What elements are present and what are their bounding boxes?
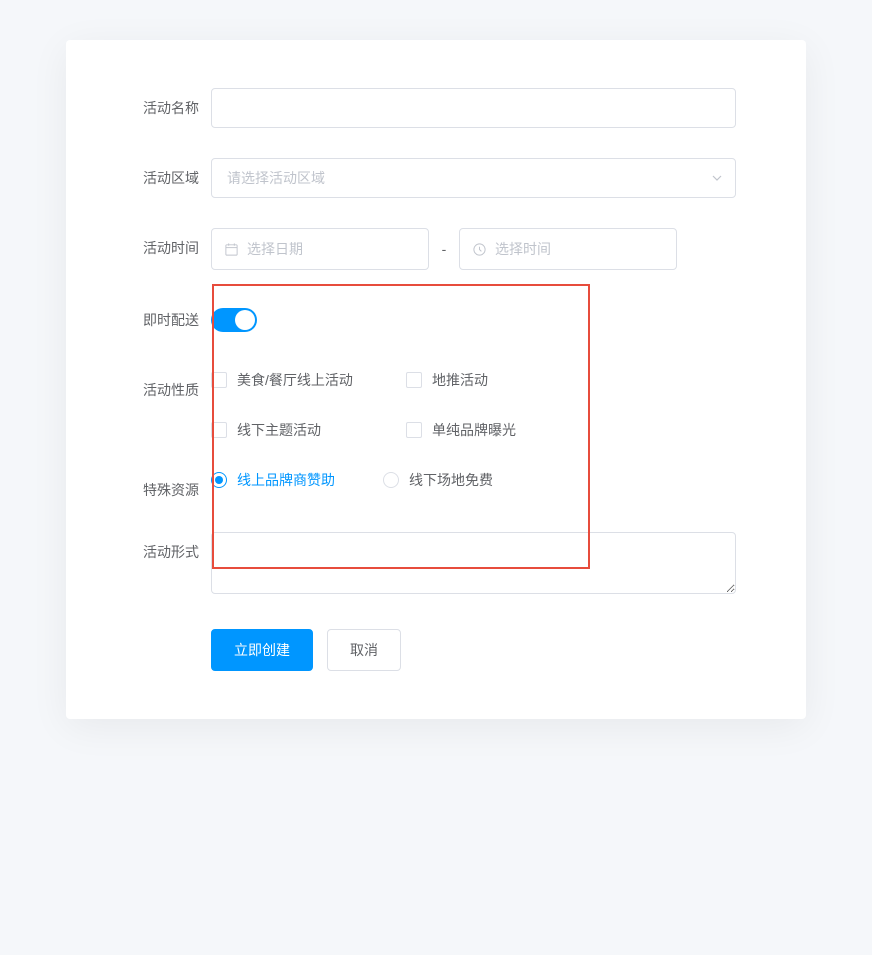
time-picker[interactable]: 选择时间	[459, 228, 677, 270]
name-input[interactable]	[211, 88, 736, 128]
label-region: 活动区域	[116, 158, 211, 198]
checkbox-label: 美食/餐厅线上活动	[237, 370, 353, 390]
checkbox-box-icon	[406, 422, 422, 438]
label-delivery: 即时配送	[116, 300, 211, 340]
clock-icon	[472, 242, 487, 257]
row-name: 活动名称	[116, 88, 736, 128]
calendar-icon	[224, 242, 239, 257]
time-placeholder: 选择时间	[495, 239, 551, 259]
radio-resource-1[interactable]: 线下场地免费	[383, 470, 493, 490]
checkbox-nature-0[interactable]: 美食/餐厅线上活动	[211, 370, 406, 390]
highlighted-region: 活动时间 选择日期 -	[116, 228, 736, 510]
label-nature: 活动性质	[116, 370, 211, 410]
form-textarea[interactable]	[211, 532, 736, 594]
row-delivery: 即时配送	[116, 300, 736, 340]
radio-circle-icon	[383, 472, 399, 488]
checkbox-box-icon	[406, 372, 422, 388]
checkbox-nature-1[interactable]: 地推活动	[406, 370, 736, 390]
date-placeholder: 选择日期	[247, 239, 303, 259]
checkbox-label: 线下主题活动	[237, 420, 321, 440]
delivery-switch[interactable]	[211, 308, 257, 332]
form-card: 活动名称 活动区域 请选择活动区域 活动时间	[66, 40, 806, 719]
label-name: 活动名称	[116, 88, 211, 128]
radio-label: 线下场地免费	[409, 470, 493, 490]
checkbox-box-icon	[211, 372, 227, 388]
radio-label: 线上品牌商赞助	[237, 470, 335, 490]
checkbox-nature-3[interactable]: 单纯品牌曝光	[406, 420, 736, 440]
chevron-down-icon	[711, 172, 723, 184]
checkbox-box-icon	[211, 422, 227, 438]
cancel-button[interactable]: 取消	[327, 629, 401, 671]
row-region: 活动区域 请选择活动区域	[116, 158, 736, 198]
label-time: 活动时间	[116, 228, 211, 268]
label-resource: 特殊资源	[116, 470, 211, 510]
label-form: 活动形式	[116, 532, 211, 572]
submit-button[interactable]: 立即创建	[211, 629, 313, 671]
switch-knob	[235, 310, 255, 330]
checkbox-label: 单纯品牌曝光	[432, 420, 516, 440]
datetime-separator: -	[429, 241, 459, 257]
row-nature: 活动性质 美食/餐厅线上活动 地推活动 线下主题活动	[116, 370, 736, 440]
checkbox-label: 地推活动	[432, 370, 488, 390]
radio-resource-0[interactable]: 线上品牌商赞助	[211, 470, 335, 490]
row-resource: 特殊资源 线上品牌商赞助 线下场地免费	[116, 470, 736, 510]
region-placeholder: 请选择活动区域	[227, 168, 325, 188]
region-select[interactable]: 请选择活动区域	[211, 158, 736, 198]
row-buttons: 立即创建 取消	[116, 629, 736, 671]
row-time: 活动时间 选择日期 -	[116, 228, 736, 270]
radio-circle-icon	[211, 472, 227, 488]
date-picker[interactable]: 选择日期	[211, 228, 429, 270]
row-form: 活动形式	[116, 532, 736, 599]
checkbox-nature-2[interactable]: 线下主题活动	[211, 420, 406, 440]
